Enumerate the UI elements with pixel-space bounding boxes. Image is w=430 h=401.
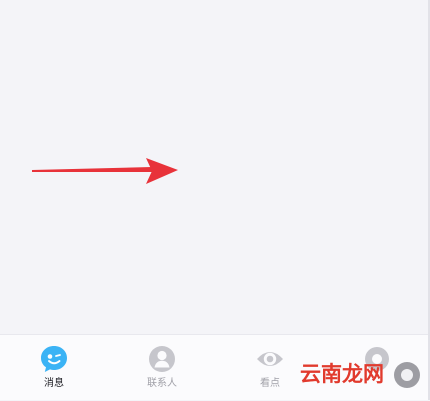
tab-label-messages: 消息 — [44, 378, 64, 389]
tab-label-contacts: 联系人 — [147, 378, 177, 389]
watermark-text: 云南龙网 — [300, 361, 384, 386]
chat-bubble-icon — [41, 346, 67, 372]
eye-icon — [257, 352, 283, 366]
annotation-arrow — [32, 158, 178, 184]
tab-contacts[interactable]: 联系人 — [127, 335, 197, 401]
watermark-logo-icon — [394, 362, 420, 388]
tab-messages[interactable]: 消息 — [19, 335, 89, 401]
app-screen: 消息 联系人 看点 云南龙网 — [0, 0, 430, 400]
tab-discover[interactable]: 看点 — [235, 335, 305, 401]
contact-person-icon — [149, 346, 175, 372]
tab-label-discover: 看点 — [260, 378, 280, 389]
